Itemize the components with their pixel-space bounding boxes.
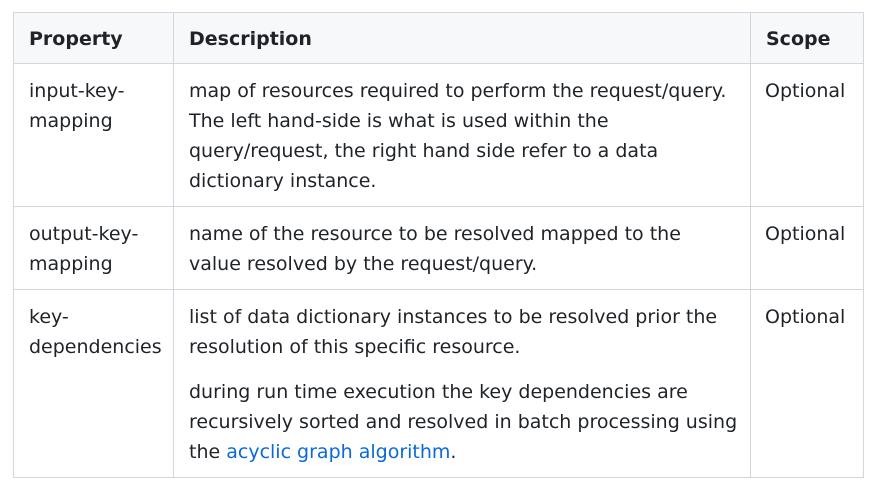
table-row: input-key-mapping map of resources requi… [13,63,864,207]
property-cell: key-dependencies [13,289,174,478]
properties-table: Property Description Scope input-key-map… [13,12,864,478]
header-property: Property [13,12,174,64]
table-row: output-key-mapping name of the resource … [13,206,864,290]
property-cell: output-key-mapping [13,206,174,290]
scope-cell: Optional [750,289,864,478]
header-scope: Scope [750,12,864,64]
description-cell: list of data dictionary instances to be … [173,289,751,478]
description-text: map of resources required to perform the… [189,80,727,192]
scope-cell: Optional [750,63,864,207]
description-cell: map of resources required to perform the… [173,63,751,207]
table-row: key-dependencies list of data dictionary… [13,289,864,478]
table-header-row: Property Description Scope [13,12,864,64]
properties-table-container: Property Description Scope input-key-map… [13,12,864,478]
acyclic-graph-algorithm-link[interactable]: acyclic graph algorithm [226,441,450,463]
property-cell: input-key-mapping [13,63,174,207]
description-cell: name of the resource to be resolved mapp… [173,206,751,290]
description-text: name of the resource to be resolved mapp… [189,223,681,275]
header-description: Description [173,12,751,64]
description-text: list of data dictionary instances to be … [189,306,718,358]
scope-cell: Optional [750,206,864,290]
description-text-secondary: during run time execution the key depend… [189,377,738,467]
description-text-suffix: . [450,441,457,463]
